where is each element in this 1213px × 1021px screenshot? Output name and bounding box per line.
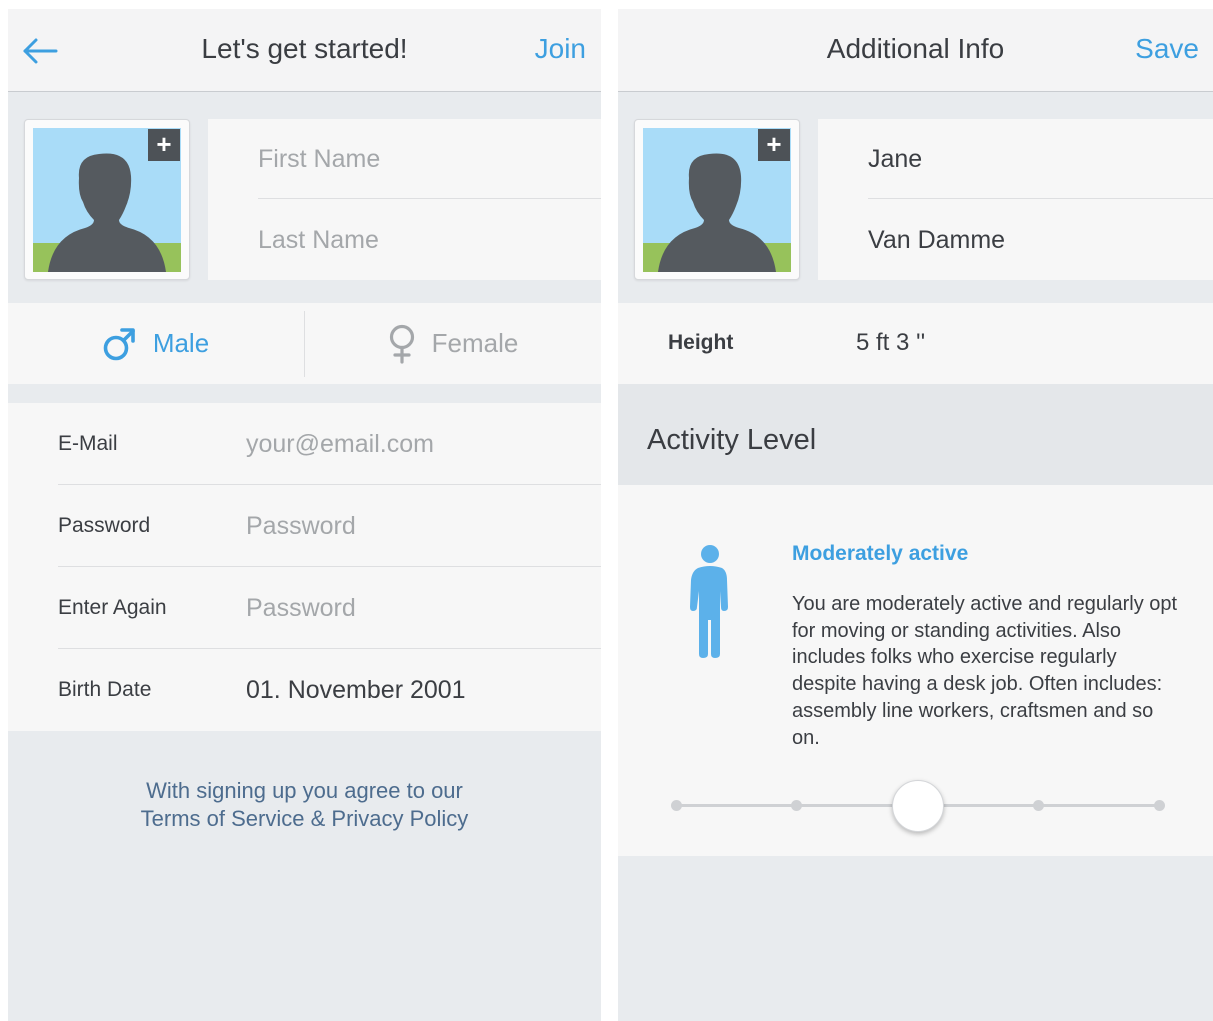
page-title: Let's get started! — [201, 33, 408, 64]
name-section: + Jane Van Damme — [618, 92, 1213, 303]
height-row: Height 5 ft 3 '' — [618, 303, 1213, 384]
last-name-field[interactable]: Last Name — [258, 200, 601, 280]
password-label: Password — [58, 514, 151, 537]
height-label: Height — [668, 331, 734, 354]
email-row: E-Mail your@email.com — [58, 403, 601, 485]
navigation-bar: Additional Info Save — [618, 9, 1213, 92]
gender-selector: Male Female — [8, 303, 601, 384]
slider-stop[interactable] — [1032, 800, 1044, 811]
terms-notice: With signing up you agree to our Terms o… — [8, 777, 601, 833]
save-button[interactable]: Save — [1135, 33, 1199, 65]
password-field[interactable]: Password — [246, 512, 356, 541]
male-symbol-icon — [103, 327, 135, 360]
last-name-field[interactable]: Van Damme — [868, 200, 1213, 280]
slider-stop[interactable] — [1153, 800, 1165, 811]
birth-date-field[interactable]: 01. November 2001 — [246, 676, 466, 705]
gender-female-label: Female — [431, 328, 519, 358]
password-confirm-field[interactable]: Password — [246, 594, 356, 623]
account-form: E-Mail your@email.com Password Password … — [8, 403, 601, 731]
add-photo-button[interactable]: + — [148, 129, 180, 161]
additional-info-screen: Additional Info Save + Jane Van Damme He… — [618, 9, 1213, 1021]
name-fields: Jane Van Damme — [818, 119, 1213, 280]
birth-date-label: Birth Date — [58, 678, 152, 701]
name-fields: First Name Last Name — [208, 119, 601, 280]
email-label: E-Mail — [58, 432, 118, 455]
navigation-bar: Let's get started! Join — [8, 9, 601, 92]
gender-female-option[interactable]: Female — [305, 303, 601, 384]
activity-section-header: Activity Level — [618, 384, 1213, 485]
activity-level-description: You are moderately active and regularly … — [792, 593, 1178, 749]
gender-male-label: Male — [152, 328, 210, 358]
avatar[interactable]: + — [24, 119, 190, 280]
signup-screen: Let's get started! Join + First Name Las… — [8, 9, 601, 1021]
first-name-field[interactable]: First Name — [258, 119, 601, 199]
slider-thumb[interactable] — [891, 780, 944, 832]
slider-stop[interactable] — [670, 800, 682, 811]
activity-level-slider[interactable] — [670, 780, 1165, 832]
avatar[interactable]: + — [634, 119, 800, 280]
password-confirm-row: Enter Again Password — [58, 567, 601, 649]
join-button[interactable]: Join — [535, 33, 586, 65]
female-symbol-icon — [389, 324, 414, 364]
height-value[interactable]: 5 ft 3 '' — [856, 329, 925, 357]
standing-person-icon — [690, 545, 728, 658]
first-name-field[interactable]: Jane — [868, 119, 1213, 199]
terms-text: With signing up you agree to our — [146, 778, 463, 803]
terms-link[interactable]: Terms of Service & Privacy Policy — [8, 805, 601, 833]
add-photo-button[interactable]: + — [758, 129, 790, 161]
email-field[interactable]: your@email.com — [246, 430, 434, 459]
section-title: Activity Level — [647, 424, 817, 456]
gender-male-option[interactable]: Male — [8, 303, 304, 384]
activity-level-title: Moderately active — [792, 542, 969, 565]
password-row: Password Password — [58, 485, 601, 567]
password-confirm-label: Enter Again — [58, 596, 167, 619]
slider-stop[interactable] — [791, 800, 803, 811]
name-section: + First Name Last Name — [8, 92, 601, 303]
birth-date-row: Birth Date 01. November 2001 — [58, 649, 601, 731]
page-title: Additional Info — [826, 33, 1005, 64]
activity-panel: Moderately active You are moderately act… — [618, 485, 1213, 856]
